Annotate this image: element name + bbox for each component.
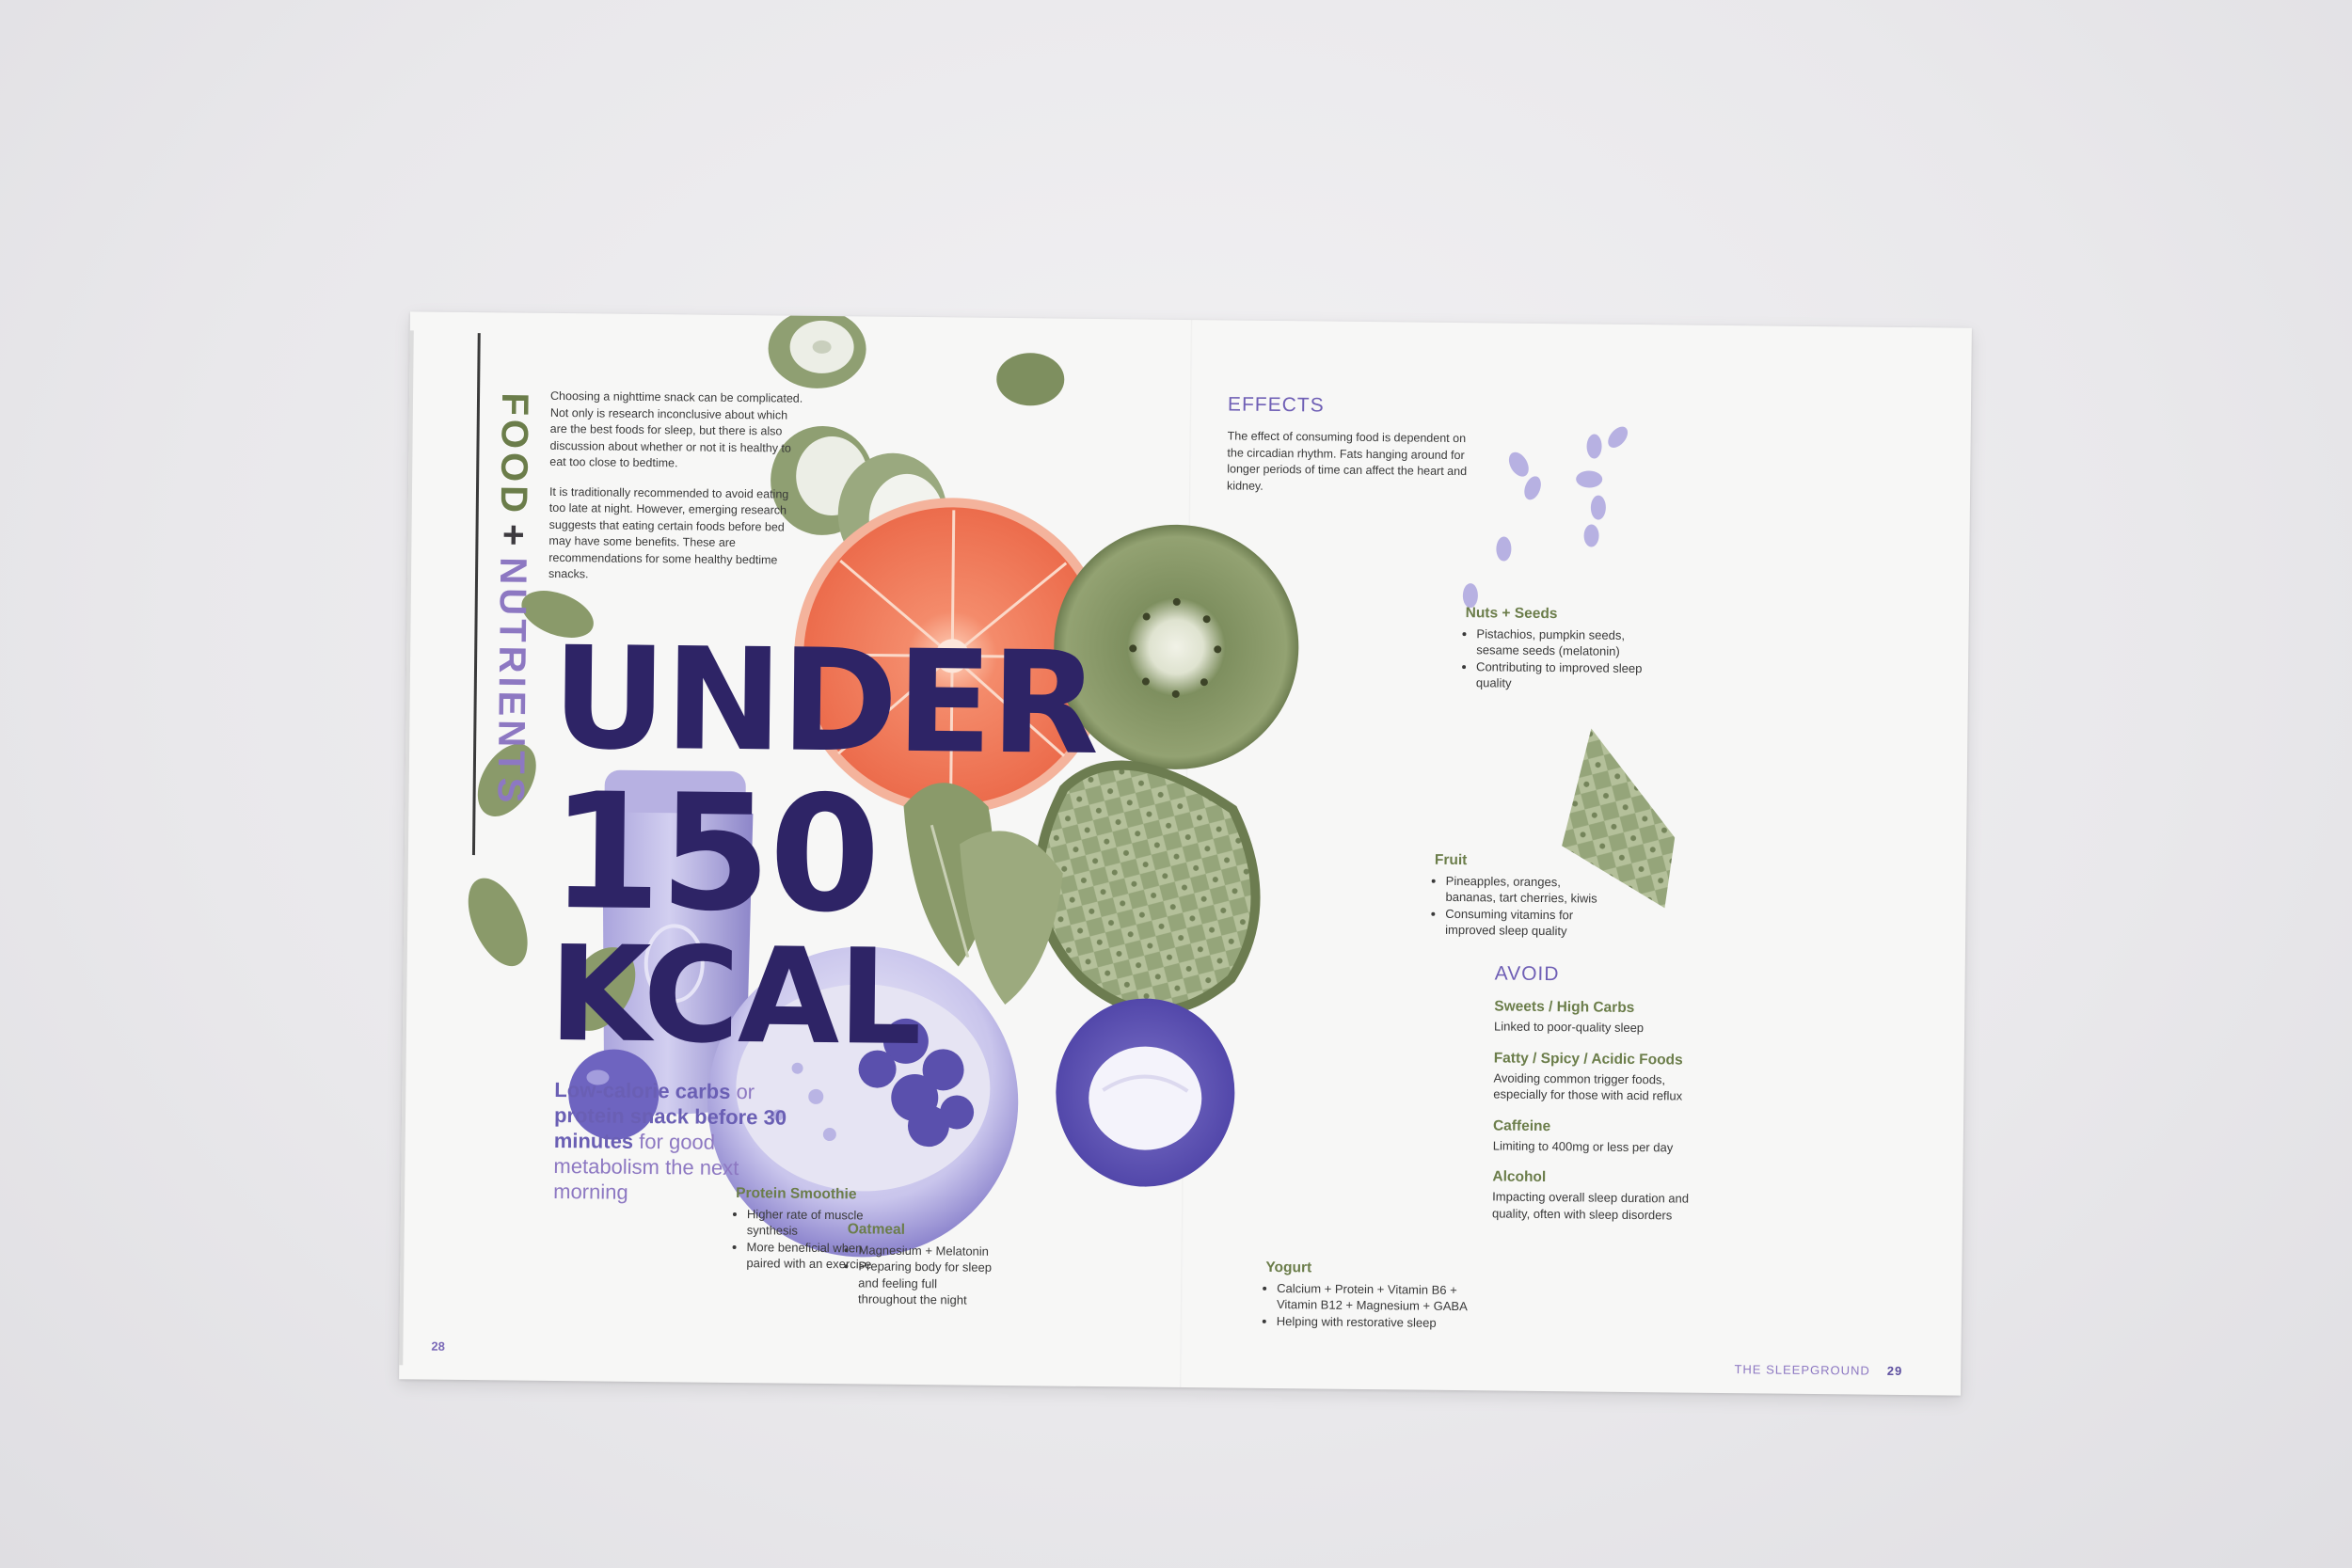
avoid-item: Sweets / High Carbs Linked to poor-quali… [1494, 998, 1720, 1037]
section-title-plus: + [492, 523, 534, 550]
section-title-food: FOOD [492, 392, 536, 517]
label-title: Nuts + Seeds [1465, 605, 1558, 623]
label-title: Yogurt [1265, 1259, 1312, 1276]
label-bullet: Consuming vitamins for improved sleep qu… [1445, 905, 1613, 940]
label-bullet: Pineapples, oranges, bananas, tart cherr… [1445, 872, 1613, 907]
headline-150: 150 [548, 758, 880, 949]
avoid-item-title: Fatty / Spicy / Acidic Foods [1493, 1049, 1683, 1069]
intro-paragraph: Choosing a nighttime snack can be compli… [549, 388, 803, 470]
label-bullet: Helping with restorative sleep [1277, 1313, 1501, 1332]
avoid-item-body: Limiting to 400mg or less per day [1492, 1137, 1674, 1154]
page-footer: THE SLEEPGROUND 29 [1734, 1362, 1902, 1378]
intro-paragraph: It is traditionally recommended to avoid… [548, 484, 789, 581]
yogurt-bowl [1056, 998, 1235, 1187]
avoid-item-body: Impacting overall sleep duration and qua… [1491, 1189, 1690, 1222]
label-bullet: Calcium + Protein + Vitamin B6 + Vitamin… [1277, 1280, 1501, 1315]
label-bullet: Pistachios, pumpkin seeds, sesame seeds … [1476, 626, 1653, 660]
intro-text: Choosing a nighttime snack can be compli… [548, 388, 804, 598]
effects-body: The effect of consuming food is dependen… [1227, 429, 1468, 493]
label-bullet: Contributing to improved sleep quality [1476, 658, 1653, 693]
avoid-item-title: Sweets / High Carbs [1494, 998, 1635, 1017]
avoid-item: Caffeine Limiting to 400mg or less per d… [1493, 1117, 1719, 1156]
page-number-right: 29 [1886, 1363, 1903, 1379]
headline-kcal: KCAL [548, 917, 921, 1076]
label-title: Oatmeal [847, 1221, 906, 1238]
section-title: FOOD + NUTRIENTS [482, 392, 535, 806]
avoid-item: Fatty / Spicy / Acidic Foods Avoiding co… [1493, 1050, 1720, 1105]
effects-heading: EFFECTS [1227, 393, 1325, 417]
tagline-or: or [736, 1080, 755, 1104]
label-title: Fruit [1434, 851, 1468, 869]
label-title: Protein Smoothie [736, 1185, 857, 1203]
magazine-spread: FOOD + NUTRIENTS Choosing a nighttime snac… [399, 311, 1972, 1396]
avoid-item: Alcohol Impacting overall sleep duration… [1492, 1168, 1719, 1224]
section-title-nutrients: NUTRIENTS [489, 557, 534, 807]
label-bullet: Magnesium + Melatonin [858, 1242, 997, 1259]
sesame-seeds [1462, 426, 1629, 609]
page-number-left: 28 [431, 1338, 446, 1354]
publication-name: THE SLEEPGROUND [1734, 1362, 1870, 1378]
avoid-item-title: Caffeine [1492, 1117, 1551, 1134]
avoid-item-body: Avoiding common trigger foods, especiall… [1493, 1069, 1683, 1103]
tagline-strong: Low-calorie carbs [554, 1077, 731, 1103]
fruit-label: Fruit Pineapples, oranges, bananas, tart… [1434, 852, 1613, 940]
label-bullet: Preparing body for sleep and feeling ful… [858, 1258, 998, 1308]
pineapple-slice [1033, 760, 1261, 1016]
avoid-item-body: Linked to poor-quality sleep [1494, 1019, 1645, 1036]
headline-under: UNDER [550, 616, 1099, 787]
oatmeal-label: Oatmeal Magnesium + Melatonin Preparing … [847, 1221, 998, 1308]
avoid-item-title: Alcohol [1492, 1168, 1547, 1186]
avoid-heading: AVOID [1494, 962, 1560, 986]
nuts-seeds-label: Nuts + Seeds Pistachios, pumpkin seeds, … [1465, 605, 1654, 693]
avoid-list: Sweets / High Carbs Linked to poor-quali… [1492, 998, 1721, 1238]
yogurt-label: Yogurt Calcium + Protein + Vitamin B6 + … [1265, 1259, 1502, 1332]
